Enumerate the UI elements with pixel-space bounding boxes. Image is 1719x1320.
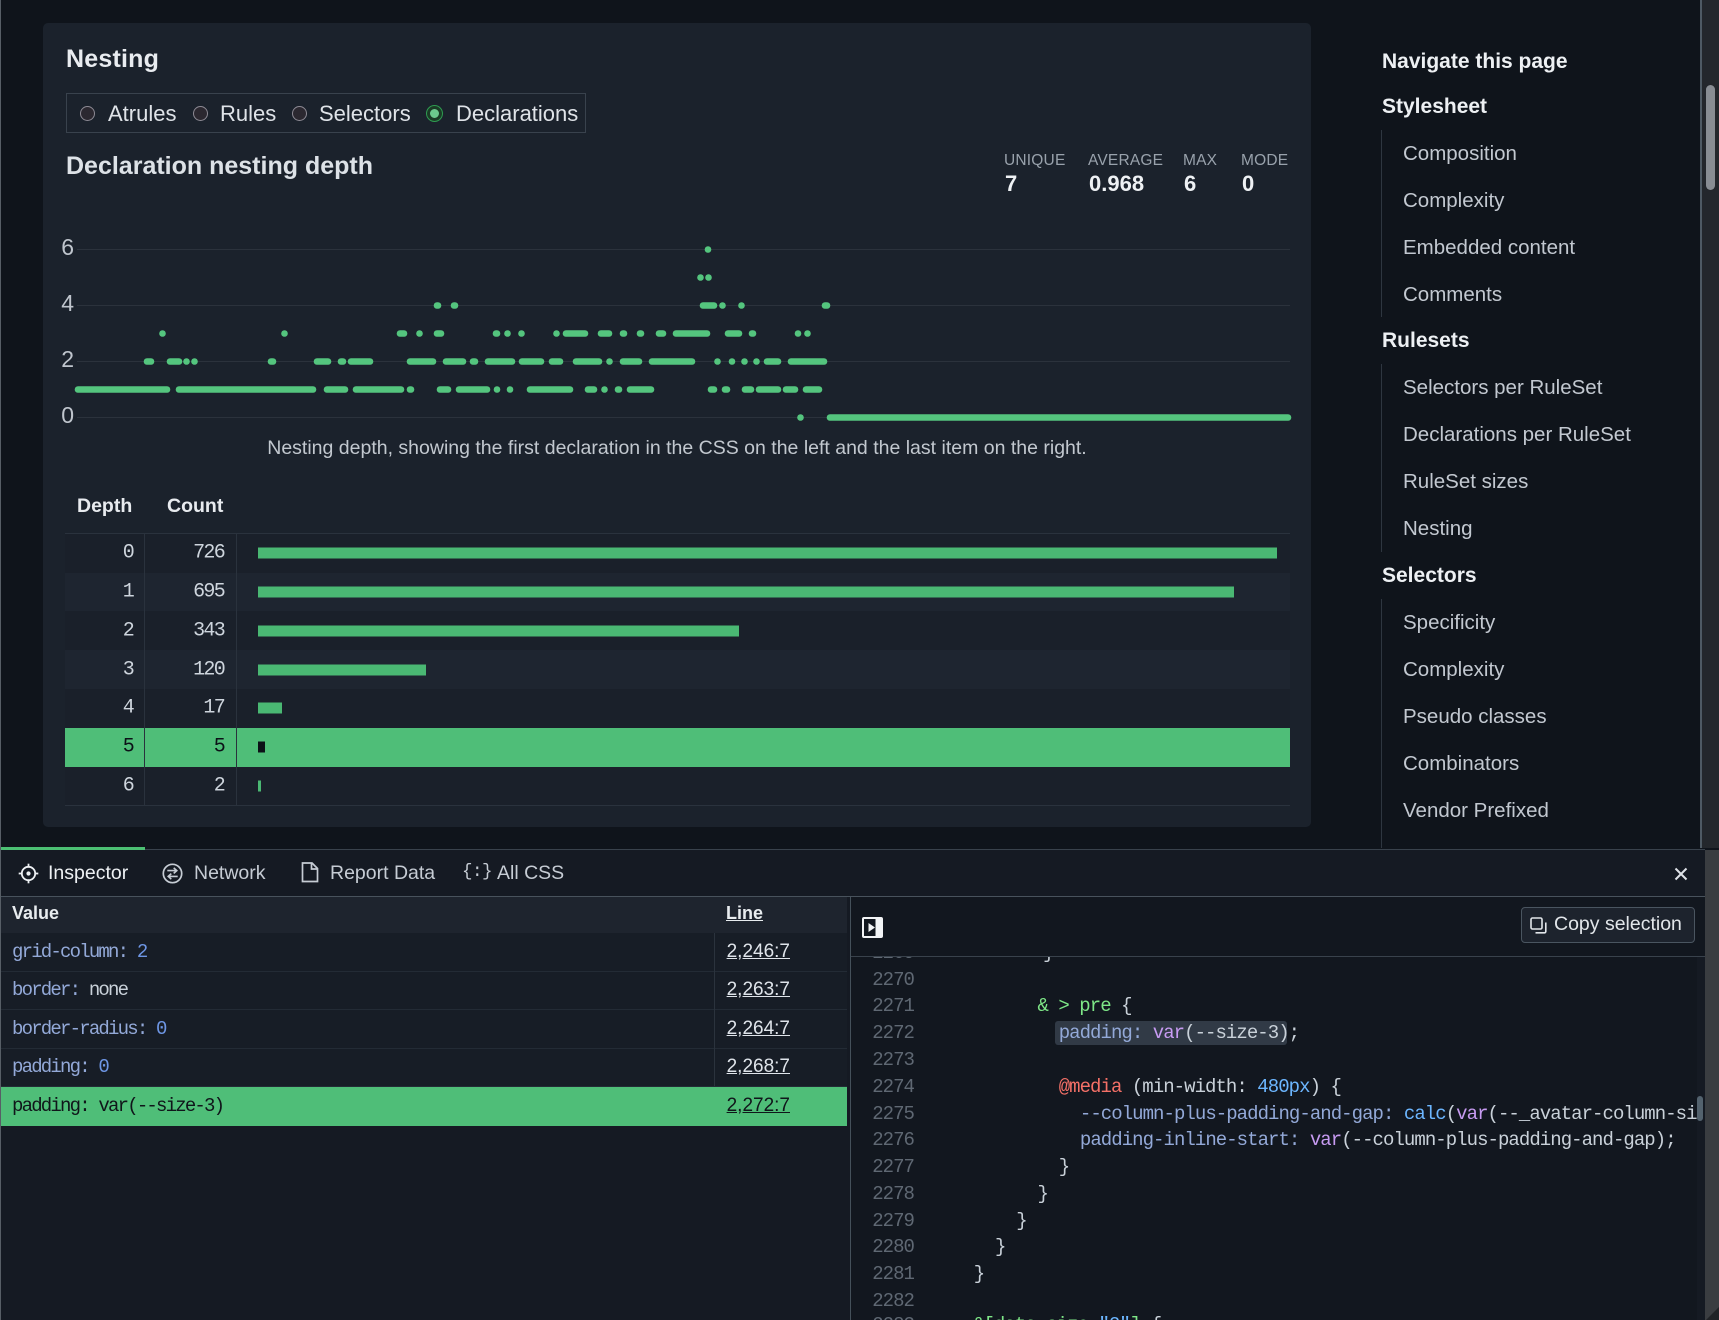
- svg-text:0: 0: [61, 402, 74, 428]
- svg-text:6: 6: [61, 234, 74, 260]
- svg-text:4: 4: [61, 290, 74, 316]
- svg-text:2: 2: [61, 346, 74, 372]
